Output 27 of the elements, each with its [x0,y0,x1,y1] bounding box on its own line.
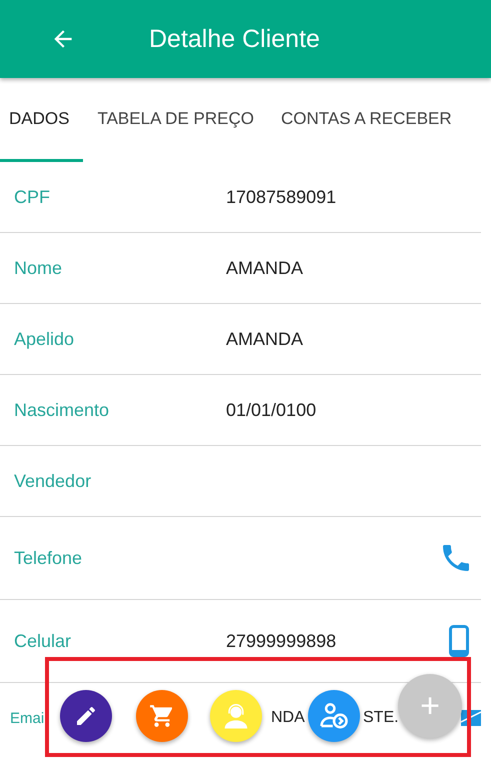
field-label: Vendedor [14,470,92,492]
person-arrow-icon [319,701,349,731]
field-value: NDA [271,709,305,727]
field-label: Celular [14,630,72,652]
field-value: AMANDA [226,328,304,350]
field-value: 27999999898 [226,630,336,652]
field-label: Nascimento [14,400,110,420]
field-value: 01/01/0100 [226,400,316,420]
field-label: Apelido [14,328,74,350]
field-value: 17087589091 [226,186,336,208]
edit-button[interactable] [60,690,112,742]
field-label: Nome [14,258,62,278]
tab[interactable]: CONTAS A RECEBER [272,78,461,162]
mobile-phone-icon[interactable] [449,625,469,657]
field-label: Telefone [14,548,82,568]
pencil-icon [74,704,98,728]
cart-button[interactable] [136,690,188,742]
field-value: AMANDA [226,258,304,278]
field-value: STE. [363,709,399,727]
tab[interactable]: DADOS [0,78,84,162]
screen-title: Detalhe Cliente [149,24,320,54]
field-label: CPF [14,186,50,208]
cart-icon [149,703,175,729]
phone-icon[interactable] [443,545,469,571]
client-button[interactable] [308,690,360,742]
field-label: Emai [10,710,44,726]
tab[interactable]: TABELA DE PREÇO [88,78,263,162]
